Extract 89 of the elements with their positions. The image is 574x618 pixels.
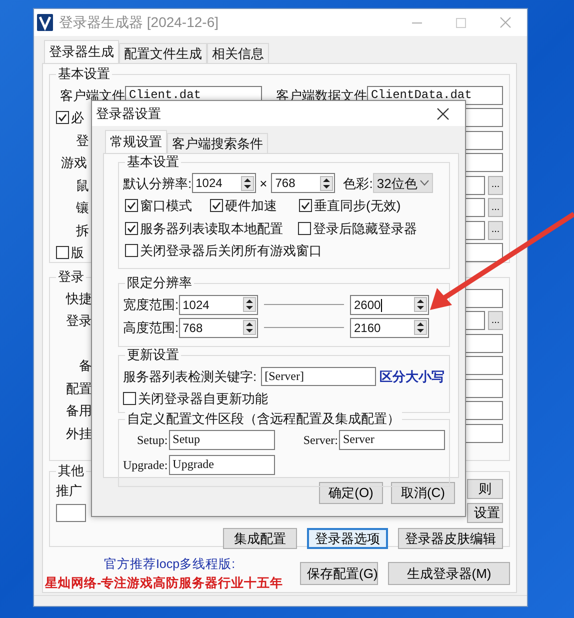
spin-field[interactable]: 1024 <box>178 294 258 314</box>
checkbox-label: 窗口模式 <box>140 197 192 215</box>
tab[interactable]: 登录器生成 <box>44 40 119 63</box>
window-button[interactable]: 生成登录器(M) <box>388 562 510 586</box>
checkbox-label: 必 <box>71 109 84 127</box>
group-title: 登录 <box>56 269 86 285</box>
spin-arrows-icon[interactable] <box>240 176 254 191</box>
checkbox[interactable] <box>56 111 69 124</box>
field-label: 登 <box>76 132 89 150</box>
spin-arrows-icon[interactable] <box>414 320 427 335</box>
checkbox[interactable] <box>123 392 136 406</box>
group-title: 基本设置 <box>56 66 112 82</box>
browse-button[interactable]: ... <box>488 198 503 218</box>
group-title: 自定义配置文件区段（含远程配置及集成配置） <box>125 411 402 427</box>
text-field[interactable] <box>56 504 86 522</box>
spin-arrows-icon[interactable] <box>242 297 256 312</box>
field-label: 高度范围: <box>123 318 179 337</box>
checkbox[interactable] <box>56 246 69 260</box>
checkbox-label: 垂直同步(无效) <box>314 197 401 215</box>
checkbox[interactable] <box>125 244 138 258</box>
window-button[interactable]: 则 <box>467 479 503 499</box>
window-button[interactable]: 集成配置 <box>223 528 297 549</box>
checkbox[interactable] <box>125 222 138 235</box>
spin-field[interactable]: 768 <box>271 173 336 194</box>
note-text: 区分大小写 <box>380 368 445 386</box>
field-label: 外挂 <box>65 424 92 442</box>
spin-field[interactable]: 2600 <box>350 294 429 314</box>
times-sign: × <box>260 174 268 192</box>
checkbox[interactable] <box>210 199 223 212</box>
dialog-button[interactable]: 取消(C) <box>391 482 455 504</box>
field-label: 色彩: <box>343 174 373 192</box>
group-title: 基本设置 <box>125 154 181 170</box>
field-label: 备用 <box>65 402 92 420</box>
field-label: 推广 <box>56 482 82 500</box>
browse-button[interactable]: ... <box>488 176 503 195</box>
browse-button[interactable]: ... <box>488 311 503 330</box>
text-field[interactable]: [Server] <box>260 366 376 386</box>
browse-button[interactable]: ... <box>488 220 503 240</box>
checkbox[interactable] <box>125 199 138 212</box>
spin-arrows-icon[interactable] <box>414 297 427 312</box>
field-label: 配置 <box>65 380 92 398</box>
checkbox[interactable] <box>298 222 311 235</box>
window-title: 登录器生成器 [2024-12-6] <box>59 13 218 32</box>
field-label: Upgrade: <box>123 457 168 474</box>
tab[interactable]: 配置文件生成 <box>119 43 207 63</box>
group-title: 更新设置 <box>125 347 181 363</box>
window-button[interactable]: 登录器选项 <box>307 528 388 549</box>
tab[interactable]: 相关信息 <box>207 43 269 63</box>
checkbox-label: 登录后隐藏登录器 <box>313 220 417 238</box>
app-logo-icon <box>37 14 53 31</box>
checkbox-label: 关闭登录器后关闭所有游戏窗口 <box>140 242 322 260</box>
field-label: Setup: <box>136 432 168 449</box>
spin-arrows-icon[interactable] <box>242 320 256 335</box>
checkbox-label: 服务器列表读取本地配置 <box>140 220 283 238</box>
text-field[interactable]: Setup <box>168 430 275 450</box>
field-label: 登录 <box>65 312 92 330</box>
checkbox-label: 关闭登录器自更新功能 <box>138 390 268 408</box>
tab[interactable]: 客户端搜索条件 <box>167 133 268 153</box>
group-title: 其他 <box>56 463 86 479</box>
field-label: 备 <box>78 357 92 375</box>
field-label: 宽度范围: <box>123 296 179 314</box>
field-label: 服务器列表检测关键字: <box>123 368 257 386</box>
checkbox-label: 硬件加速 <box>225 197 277 215</box>
field-label: 快捷 <box>64 290 92 308</box>
checkbox[interactable] <box>299 199 312 212</box>
spin-field[interactable]: 2160 <box>350 318 429 338</box>
recommend-link[interactable]: 官方推荐Iocp多线程版: <box>104 555 236 574</box>
window-button[interactable]: 登录器皮肤编辑 <box>398 528 503 549</box>
slogan-text: 星灿网络-专注游戏高防服务器行业十五年 <box>45 574 284 592</box>
dialog-button[interactable]: 确定(O) <box>319 482 383 504</box>
close-icon[interactable] <box>437 108 449 120</box>
field-label: Server: <box>302 432 338 449</box>
field-label: 拆 <box>76 222 89 240</box>
spin-arrows-icon[interactable] <box>320 176 334 191</box>
checkbox-label: 版 <box>71 244 84 262</box>
field-label: 游戏 <box>61 154 87 172</box>
color-dropdown[interactable]: 32位色 <box>372 173 433 194</box>
dialog-title: 登录器设置 <box>96 104 161 123</box>
group-title: 限定分辨率 <box>125 275 194 291</box>
tab[interactable]: 常规设置 <box>105 130 167 153</box>
window-button[interactable]: 设置 <box>467 503 503 523</box>
text-field[interactable]: Upgrade <box>168 455 275 475</box>
spin-field[interactable]: 1024 <box>192 173 256 194</box>
field-label: 鼠 <box>76 176 89 194</box>
spin-field[interactable]: 768 <box>178 318 258 338</box>
window-button[interactable]: 保存配置(G) <box>300 562 378 586</box>
text-field[interactable]: Server <box>339 430 445 450</box>
field-label: 默认分辨率: <box>123 174 192 192</box>
field-label: 镶 <box>76 199 89 217</box>
